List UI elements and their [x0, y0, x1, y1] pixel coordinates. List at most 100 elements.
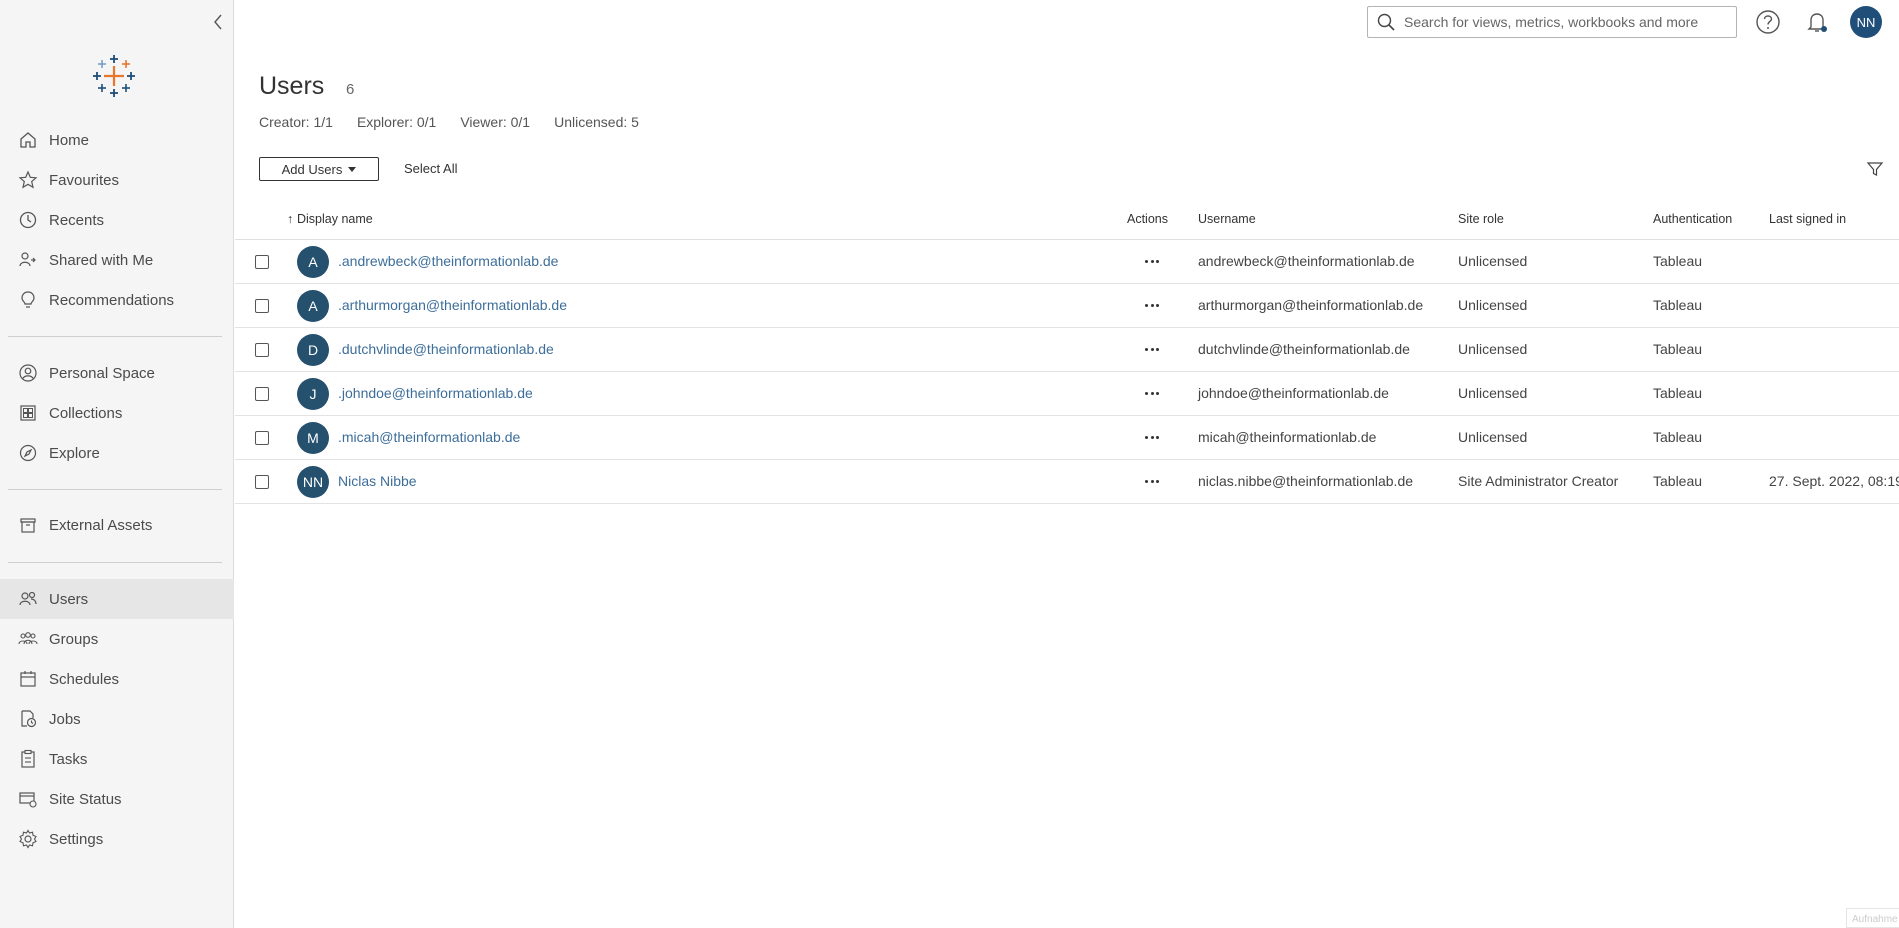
jobs-icon: [18, 709, 38, 729]
sidebar-item-label: Recents: [49, 211, 105, 229]
display-name-link[interactable]: .andrewbeck@theinformationlab.de: [338, 253, 558, 269]
sidebar-item-site-status[interactable]: Site Status: [0, 779, 234, 819]
username-cell: niclas.nibbe@theinformationlab.de: [1198, 473, 1414, 489]
sidebar-item-label: Tasks: [49, 750, 88, 768]
compass-icon: [18, 443, 38, 463]
tableau-logo[interactable]: [92, 54, 136, 98]
row-checkbox[interactable]: [255, 431, 269, 445]
ellipsis-icon: [1145, 347, 1149, 351]
person-circle-icon: [18, 363, 38, 383]
add-users-button[interactable]: Add Users: [259, 157, 379, 181]
table-row: M .micah@theinformationlab.de micah@thei…: [235, 416, 1899, 460]
actions-menu-button[interactable]: [1139, 250, 1165, 272]
avatar: A: [297, 290, 329, 322]
recording-indicator: Aufnahme: [1846, 908, 1899, 928]
display-name-link[interactable]: .micah@theinformationlab.de: [338, 429, 520, 445]
display-name-link[interactable]: .dutchvlinde@theinformationlab.de: [338, 341, 554, 357]
actions-menu-button[interactable]: [1139, 382, 1165, 404]
actions-menu-button[interactable]: [1139, 426, 1165, 448]
notifications-button[interactable]: [1804, 9, 1830, 35]
authentication-cell: Tableau: [1653, 253, 1703, 269]
sidebar-item-personal-space[interactable]: Personal Space: [0, 353, 234, 393]
row-checkbox[interactable]: [255, 299, 269, 313]
sidebar-item-favourites[interactable]: Favourites: [0, 160, 234, 200]
sidebar-item-external-assets[interactable]: External Assets: [0, 505, 234, 545]
home-icon: [18, 130, 38, 150]
ellipsis-icon: [1145, 303, 1149, 307]
search-input[interactable]: [1404, 14, 1724, 30]
sidebar-item-recommendations[interactable]: Recommendations: [0, 280, 234, 320]
nav-content: Personal Space Collections Explore: [0, 353, 234, 473]
sidebar-item-home[interactable]: Home: [0, 120, 234, 160]
calendar-icon: [18, 669, 38, 689]
filter-button[interactable]: [1866, 160, 1884, 178]
table-row: J .johndoe@theinformationlab.de johndoe@…: [235, 372, 1899, 416]
sidebar-item-shared-with-me[interactable]: Shared with Me: [0, 240, 234, 280]
add-users-label: Add Users: [281, 161, 343, 177]
row-checkbox[interactable]: [255, 475, 269, 489]
select-all-button[interactable]: Select All: [404, 161, 457, 176]
sidebar-item-collections[interactable]: Collections: [0, 393, 234, 433]
sidebar-item-label: Shared with Me: [49, 251, 154, 269]
avatar: J: [297, 378, 329, 410]
column-site-role[interactable]: Site role: [1458, 212, 1504, 226]
sidebar-item-settings[interactable]: Settings: [0, 819, 234, 859]
site-role-cell: Unlicensed: [1458, 297, 1528, 313]
site-status-icon: [18, 789, 38, 809]
display-name-link[interactable]: .arthurmorgan@theinformationlab.de: [338, 297, 567, 313]
column-display-name[interactable]: Display name: [297, 212, 373, 226]
sidebar-item-label: Home: [49, 131, 90, 149]
groups-icon: [18, 629, 38, 649]
sidebar: Home Favourites Recents Shared with Me R…: [0, 0, 234, 928]
users-icon: [18, 589, 38, 609]
explorer-stat: Explorer: 0/1: [356, 114, 437, 130]
column-authentication[interactable]: Authentication: [1653, 212, 1732, 226]
sidebar-item-label: Personal Space: [49, 364, 155, 382]
actions-menu-button[interactable]: [1139, 470, 1165, 492]
nav-external: External Assets: [0, 505, 234, 545]
sidebar-item-users[interactable]: Users: [0, 579, 234, 619]
sidebar-item-tasks[interactable]: Tasks: [0, 739, 234, 779]
sidebar-item-explore[interactable]: Explore: [0, 433, 234, 473]
page-title: Users: [259, 72, 325, 100]
username-cell: arthurmorgan@theinformationlab.de: [1198, 297, 1424, 313]
sidebar-item-label: Schedules: [49, 670, 120, 688]
search-box[interactable]: [1367, 6, 1737, 38]
help-button[interactable]: [1755, 9, 1781, 35]
column-actions: Actions: [1127, 212, 1168, 226]
username-cell: micah@theinformationlab.de: [1198, 429, 1377, 445]
sidebar-item-recents[interactable]: Recents: [0, 200, 234, 240]
user-count: 6: [346, 81, 355, 98]
ellipsis-icon: [1145, 435, 1149, 439]
sidebar-item-jobs[interactable]: Jobs: [0, 699, 234, 739]
user-avatar[interactable]: NN: [1850, 6, 1882, 38]
avatar: A: [297, 246, 329, 278]
row-checkbox[interactable]: [255, 343, 269, 357]
nav-primary: Home Favourites Recents Shared with Me R…: [0, 120, 234, 320]
sidebar-item-label: Favourites: [49, 171, 120, 189]
search-icon: [1376, 12, 1396, 32]
shared-icon: [18, 250, 38, 270]
column-last-signed-in[interactable]: Last signed in: [1769, 212, 1846, 226]
ellipsis-icon: [1145, 391, 1149, 395]
sidebar-item-label: External Assets: [49, 516, 153, 534]
ellipsis-icon: [1145, 479, 1149, 483]
display-name-link[interactable]: Niclas Nibbe: [338, 473, 417, 489]
table-row: NN Niclas Nibbe niclas.nibbe@theinformat…: [235, 460, 1899, 504]
sidebar-item-schedules[interactable]: Schedules: [0, 659, 234, 699]
row-checkbox[interactable]: [255, 387, 269, 401]
actions-menu-button[interactable]: [1139, 338, 1165, 360]
table-row: A .andrewbeck@theinformationlab.de andre…: [235, 240, 1899, 284]
gear-icon: [18, 829, 38, 849]
help-icon: [1756, 10, 1780, 34]
site-role-cell: Unlicensed: [1458, 385, 1528, 401]
actions-menu-button[interactable]: [1139, 294, 1165, 316]
sidebar-item-groups[interactable]: Groups: [0, 619, 234, 659]
collapse-sidebar-button[interactable]: [208, 10, 228, 34]
row-checkbox[interactable]: [255, 255, 269, 269]
column-username[interactable]: Username: [1198, 212, 1256, 226]
username-cell: andrewbeck@theinformationlab.de: [1198, 253, 1415, 269]
display-name-link[interactable]: .johndoe@theinformationlab.de: [338, 385, 533, 401]
ellipsis-icon: [1145, 259, 1149, 263]
caret-down-icon: [348, 166, 357, 172]
